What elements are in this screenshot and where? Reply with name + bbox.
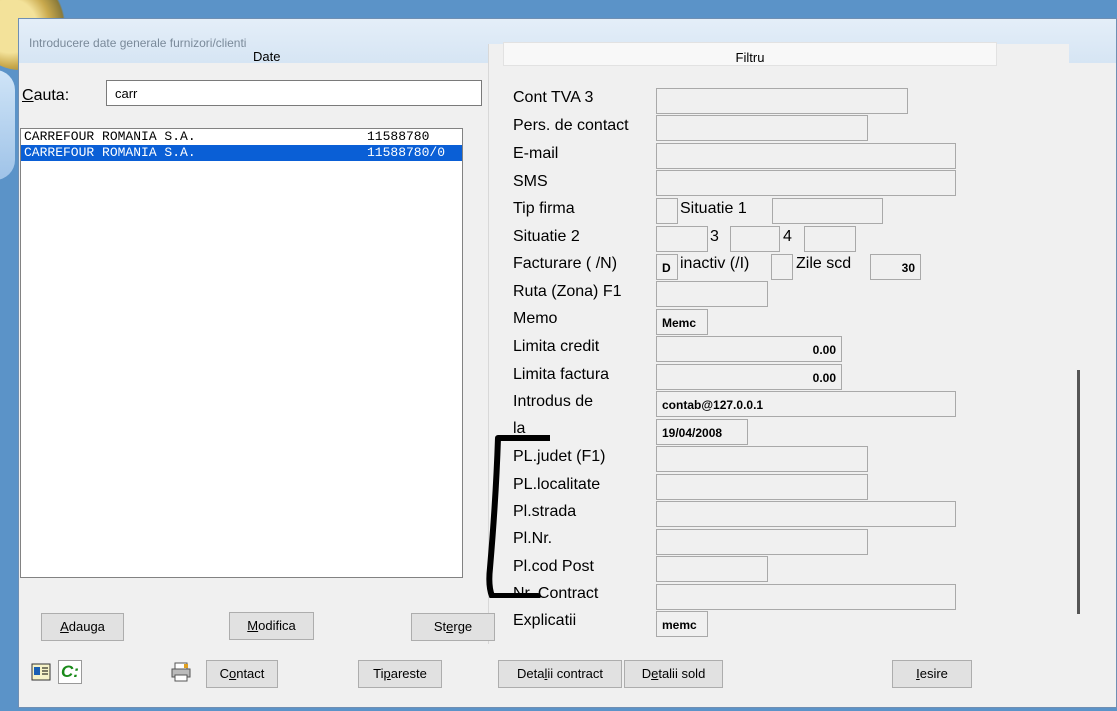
label-pl-localitate: PL.localitate xyxy=(513,476,601,493)
sterge-label-b: rge xyxy=(453,619,473,634)
detalii-sold-label-b: talii sold xyxy=(658,666,706,681)
search-label-text: auta: xyxy=(33,87,70,104)
iesire-button[interactable]: Iesire xyxy=(892,660,972,688)
label-zile-scd: Zile scd xyxy=(796,255,852,272)
situatie4-field[interactable] xyxy=(804,226,856,252)
la-field[interactable]: 19/04/2008 xyxy=(656,419,748,445)
list-item-name: CARREFOUR ROMANIA S.A. xyxy=(24,145,196,160)
tipareste-label-b: areste xyxy=(390,666,427,681)
tipareste-button[interactable]: Tipareste xyxy=(358,660,442,688)
label-limita-credit: Limita credit xyxy=(513,338,600,355)
label-situatie1: Situatie 1 xyxy=(680,200,747,217)
c-app-icon[interactable]: C: xyxy=(58,660,82,684)
explicatii-field[interactable]: memc xyxy=(656,611,708,637)
label-sms: SMS xyxy=(513,173,548,190)
tipareste-hotkey: p xyxy=(383,666,391,681)
detalii-contract-label-a: Deta xyxy=(517,666,545,681)
limita-factura-field[interactable]: 0.00 xyxy=(656,364,842,390)
label-pl-judet: PL.judet (F1) xyxy=(513,448,606,465)
detalii-sold-label-a: D xyxy=(641,666,652,681)
tip-firma-field[interactable] xyxy=(656,198,678,224)
adauga-label: dauga xyxy=(68,619,105,634)
contact-label-a: C xyxy=(219,666,229,681)
tab-date[interactable]: Date xyxy=(253,49,280,64)
label-pl-nr: Pl.Nr. xyxy=(513,530,553,547)
label-facturare: Facturare ( /N) xyxy=(513,255,618,272)
nr-contract-field[interactable] xyxy=(656,584,956,610)
window-title: Introducere date generale furnizori/clie… xyxy=(29,36,247,50)
pl-judet-field[interactable] xyxy=(656,446,868,472)
sms-field[interactable] xyxy=(656,170,956,196)
label-inactiv: inactiv (/I) xyxy=(680,255,750,272)
label-nr-contract: Nr. Contract xyxy=(513,585,599,602)
modifica-button[interactable]: Modifica xyxy=(229,612,314,640)
search-input[interactable]: carr xyxy=(106,80,482,106)
limita-credit-field[interactable]: 0.00 xyxy=(656,336,842,362)
modifica-label: odifica xyxy=(258,618,296,633)
situatie2-field[interactable] xyxy=(656,226,708,252)
label-pers-contact: Pers. de contact xyxy=(513,117,629,134)
label-introdus-de: Introdus de xyxy=(513,393,594,410)
detalii-contract-label-b: ii contract xyxy=(547,666,603,681)
label-situatie2: Situatie 2 xyxy=(513,228,580,245)
list-item-selected[interactable]: CARREFOUR ROMANIA S.A. 11588780/0 xyxy=(21,145,462,161)
introdus-de-field[interactable]: contab@127.0.0.1 xyxy=(656,391,956,417)
pl-nr-field[interactable] xyxy=(656,529,868,555)
search-label: Cauta: xyxy=(22,87,69,105)
tab-filtru[interactable]: Filtru xyxy=(503,42,997,66)
contact-label-b: ntact xyxy=(236,666,265,681)
zile-scd-field[interactable]: 30 xyxy=(870,254,921,280)
label-la: la xyxy=(513,420,526,437)
adauga-button[interactable]: Adauga xyxy=(41,613,124,641)
label-limita-factura: Limita factura xyxy=(513,366,610,383)
detalii-sold-button[interactable]: Detalii sold xyxy=(624,660,723,688)
pl-cod-post-field[interactable] xyxy=(656,556,768,582)
detalii-contract-button[interactable]: Detalii contract xyxy=(498,660,622,688)
search-label-hotkey: C xyxy=(22,87,34,104)
modifica-hotkey: M xyxy=(247,618,259,633)
label-sit4: 4 xyxy=(783,228,792,245)
ruta-field[interactable] xyxy=(656,281,768,307)
client-list[interactable]: CARREFOUR ROMANIA S.A. 11588780 CARREFOU… xyxy=(20,128,463,578)
adauga-hotkey: A xyxy=(60,619,69,634)
tipareste-label-a: Ti xyxy=(373,666,384,681)
label-pl-cod-post: Pl.cod Post xyxy=(513,558,594,575)
card-icon[interactable] xyxy=(30,661,52,683)
cont-tva3-field[interactable] xyxy=(656,88,908,114)
sterge-label-a: St xyxy=(433,619,447,634)
label-ruta: Ruta (Zona) F1 xyxy=(513,283,622,300)
label-email: E-mail xyxy=(513,145,559,162)
label-tip-firma: Tip firma xyxy=(513,200,575,217)
desktop-wallpaper-fragment-2 xyxy=(0,70,15,180)
contact-button[interactable]: Contact xyxy=(206,660,278,688)
pl-localitate-field[interactable] xyxy=(656,474,868,500)
label-sit3: 3 xyxy=(710,228,719,245)
inactiv-field[interactable] xyxy=(771,254,793,280)
filter-scrollbar[interactable] xyxy=(1077,370,1080,614)
list-item-code: 11588780 xyxy=(367,129,430,144)
iesire-label: esire xyxy=(919,666,948,681)
list-item-name: CARREFOUR ROMANIA S.A. xyxy=(24,129,196,144)
pers-contact-field[interactable] xyxy=(656,115,868,141)
memo-field[interactable]: Memc xyxy=(656,309,708,335)
situatie3-field[interactable] xyxy=(730,226,780,252)
facturare-field[interactable]: D xyxy=(656,254,678,280)
tab-filtru-label: Filtru xyxy=(735,50,765,65)
sterge-button[interactable]: Sterge xyxy=(411,613,495,641)
label-explicatii: Explicatii xyxy=(513,612,577,629)
label-pl-strada: Pl.strada xyxy=(513,503,577,520)
list-item-code: 11588780/0 xyxy=(367,145,446,160)
printer-icon[interactable] xyxy=(170,661,192,683)
list-item[interactable]: CARREFOUR ROMANIA S.A. 11588780 xyxy=(21,129,462,145)
pl-strada-field[interactable] xyxy=(656,501,956,527)
email-field[interactable] xyxy=(656,143,956,169)
situatie1-field[interactable] xyxy=(772,198,883,224)
label-cont-tva3: Cont TVA 3 xyxy=(513,89,594,106)
label-memo: Memo xyxy=(513,310,558,327)
